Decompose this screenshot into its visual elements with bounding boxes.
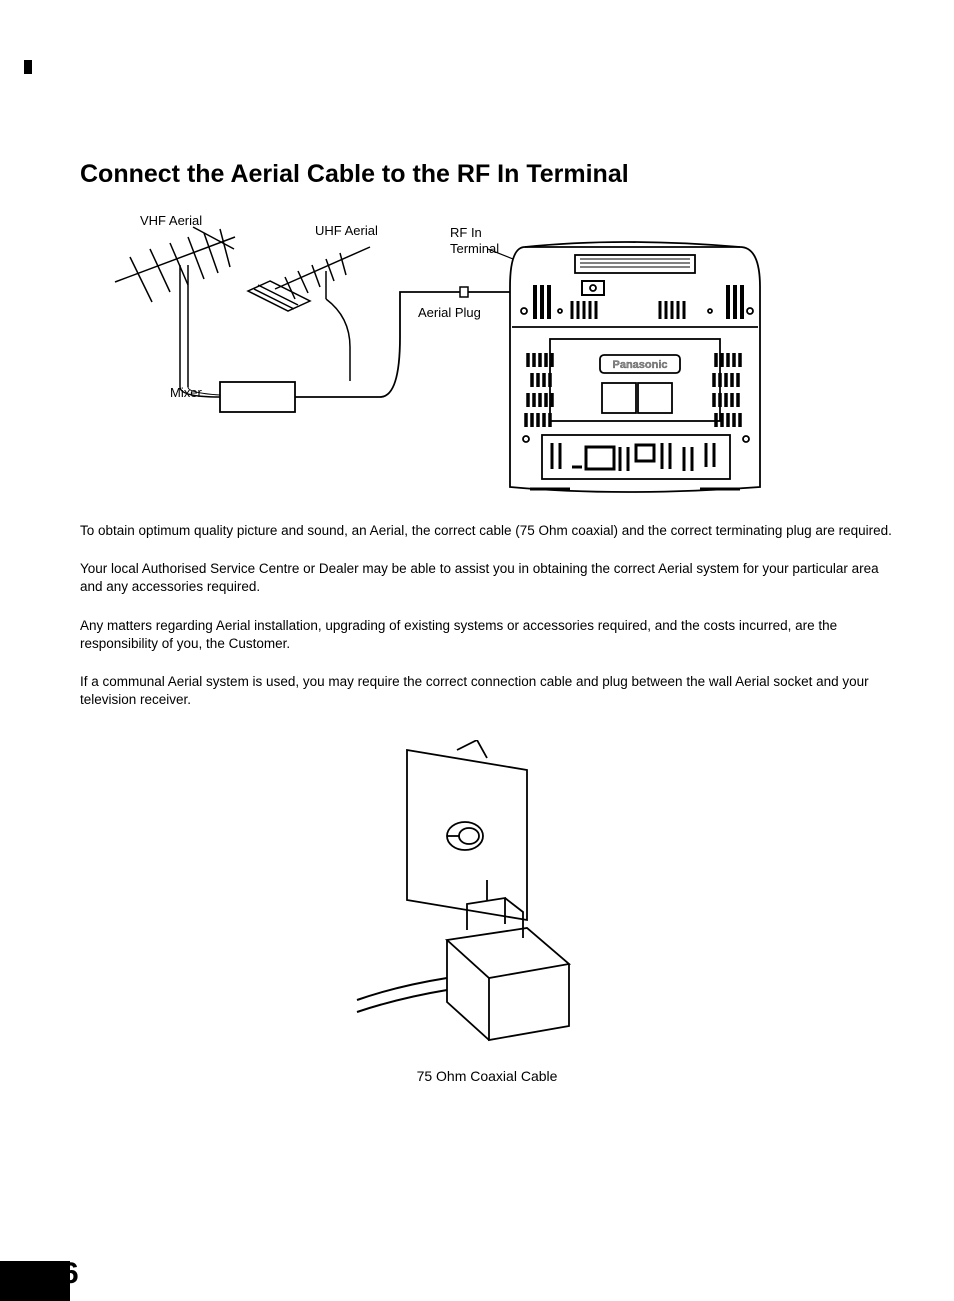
wall-plate-icon: [407, 750, 527, 920]
document-page: Connect the Aerial Cable to the RF In Te…: [0, 0, 954, 1124]
aerial-wiring-diagram: VHF Aerial UHF Aerial: [80, 207, 850, 497]
coaxial-caption: 75 Ohm Coaxial Cable: [80, 1068, 894, 1084]
coaxial-plug-icon: [447, 880, 569, 1040]
rf-in-label-line1: RF In: [450, 225, 482, 240]
coaxial-wall-socket-diagram: [337, 740, 637, 1060]
uhf-aerial-label: UHF Aerial: [315, 223, 378, 238]
page-title: Connect the Aerial Cable to the RF In Te…: [80, 160, 894, 189]
scan-artifact: [24, 60, 32, 74]
paragraph-3: Any matters regarding Aerial installatio…: [80, 617, 894, 653]
vhf-aerial-label: VHF Aerial: [140, 213, 202, 228]
brand-label: Panasonic: [612, 359, 667, 371]
paragraph-1: To obtain optimum quality picture and so…: [80, 522, 894, 540]
aerial-plug-icon: [460, 287, 468, 297]
uhf-aerial-icon: [248, 247, 370, 311]
body-text-block: To obtain optimum quality picture and so…: [80, 522, 894, 710]
scan-artifact-bar: [0, 1261, 70, 1301]
paragraph-2: Your local Authorised Service Centre or …: [80, 560, 894, 596]
mixer-icon: [220, 382, 295, 412]
rf-in-label-line2: Terminal: [450, 241, 499, 256]
paragraph-4: If a communal Aerial system is used, you…: [80, 673, 894, 709]
vhf-aerial-icon: [115, 229, 235, 387]
aerial-plug-label: Aerial Plug: [418, 305, 481, 320]
